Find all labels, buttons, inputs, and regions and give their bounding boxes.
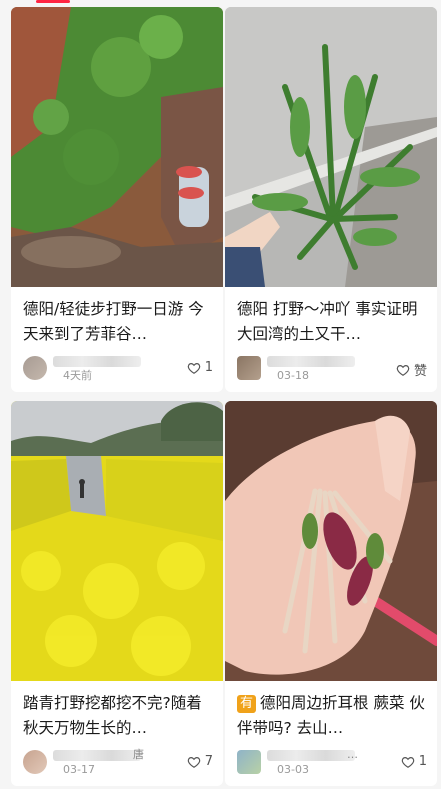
heart-icon [396,364,410,376]
like-button[interactable]: 赞 [396,360,427,379]
note-meta: 03-18 赞 [237,354,427,384]
note-cover-image[interactable] [225,401,437,681]
heart-icon [401,756,414,768]
heart-icon [187,362,200,374]
heart-icon [187,756,200,768]
avatar[interactable] [237,750,261,774]
author-name-blurred[interactable] [53,750,141,761]
active-tab-indicator [36,0,70,3]
like-button[interactable]: 1 [187,360,213,375]
like-count: 1 [204,360,213,375]
note-title[interactable]: 德阳/轻徒步打野一日游 今天来到了芳菲谷… [11,287,223,349]
author-name-tail: 唐 [133,748,144,761]
author-name-tail: … [347,748,358,761]
like-button[interactable]: 1 [401,754,427,769]
like-button[interactable]: 7 [187,754,213,769]
like-count: 1 [418,754,427,769]
note-title[interactable]: 有德阳周边折耳根 蕨菜 伙伴带吗? 去山… [225,681,437,743]
note-card[interactable]: 有德阳周边折耳根 蕨菜 伙伴带吗? 去山… … 03-03 1 [225,401,437,786]
post-date: 03-17 [63,763,95,776]
note-meta: 唐 03-17 7 [23,748,213,778]
avatar[interactable] [23,750,47,774]
note-card[interactable]: 德阳 打野～冲吖 事实证明大回湾的土又干… 03-18 赞 [225,7,437,392]
like-count: 赞 [413,364,427,379]
note-meta: … 03-03 1 [237,748,427,778]
note-cover-image[interactable] [11,7,223,287]
post-date: 4天前 [63,369,92,382]
note-meta: 4天前 1 [23,354,213,384]
post-date: 03-03 [277,763,309,776]
like-count: 7 [204,754,213,769]
note-card[interactable]: 德阳/轻徒步打野一日游 今天来到了芳菲谷… 4天前 1 [11,7,223,392]
note-cover-image[interactable] [225,7,437,287]
author-name-blurred[interactable] [53,356,141,367]
author-name-blurred[interactable] [267,750,355,761]
note-tag: 有 [237,695,257,713]
avatar[interactable] [23,356,47,380]
note-title[interactable]: 踏青打野挖都挖不完?随着秋天万物生长的… [11,681,223,743]
avatar[interactable] [237,356,261,380]
note-card[interactable]: 踏青打野挖都挖不完?随着秋天万物生长的… 唐 03-17 7 [11,401,223,786]
post-date: 03-18 [277,369,309,382]
author-name-blurred[interactable] [267,356,355,367]
note-title[interactable]: 德阳 打野～冲吖 事实证明大回湾的土又干… [225,287,437,349]
note-cover-image[interactable] [11,401,223,681]
